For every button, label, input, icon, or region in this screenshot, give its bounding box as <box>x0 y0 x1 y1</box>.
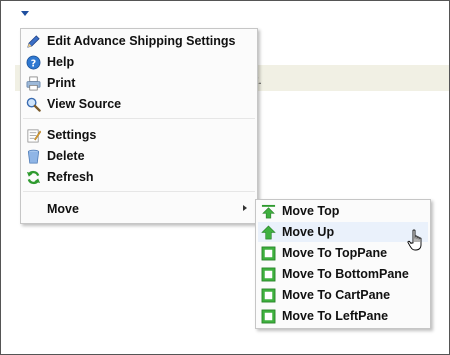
menu-item-settings[interactable]: Settings <box>23 125 255 145</box>
pane-icon <box>261 267 276 282</box>
menu-item-refresh[interactable]: Refresh <box>23 167 255 187</box>
printer-icon <box>26 76 41 91</box>
pencil-icon <box>27 35 40 48</box>
context-menu: Edit Advance Shipping Settings ? Help Pr… <box>20 28 258 224</box>
menu-item-print[interactable]: Print <box>23 73 255 93</box>
settings-icon <box>27 129 41 143</box>
trash-icon <box>27 149 40 164</box>
submenu-item-move-to-toppane[interactable]: Move To TopPane <box>258 243 428 263</box>
pane-icon <box>261 246 276 261</box>
move-up-icon <box>261 225 276 240</box>
help-icon: ? <box>26 55 41 70</box>
move-submenu: Move Top Move Up Move To TopPane Move To… <box>255 199 431 329</box>
submenu-item-label: Move To CartPane <box>282 288 391 302</box>
menu-item-label: Edit Advance Shipping Settings <box>47 34 236 48</box>
menu-item-label: Move <box>47 202 79 216</box>
submenu-item-label: Move To TopPane <box>282 246 388 260</box>
submenu-item-move-to-leftpane[interactable]: Move To LeftPane <box>258 306 428 326</box>
submenu-item-label: Move To LeftPane <box>282 309 389 323</box>
submenu-item-move-top[interactable]: Move Top <box>258 201 428 221</box>
submenu-item-move-up[interactable]: Move Up <box>258 222 428 242</box>
screen-frame: t. Edit Advance Shipping Settings ? Help… <box>0 0 450 355</box>
menu-item-view-source[interactable]: View Source <box>23 94 255 114</box>
refresh-icon <box>26 170 41 185</box>
move-top-icon <box>261 204 276 219</box>
svg-text:?: ? <box>31 58 36 69</box>
menu-item-edit-advance-shipping-settings[interactable]: Edit Advance Shipping Settings <box>23 31 255 51</box>
submenu-item-label: Move To BottomPane <box>282 267 409 281</box>
pane-icon <box>261 309 276 324</box>
menu-item-move[interactable]: Move <box>23 199 255 219</box>
pane-icon <box>261 288 276 303</box>
menu-item-help[interactable]: ? Help <box>23 52 255 72</box>
hand-cursor-icon <box>407 229 422 251</box>
submenu-item-move-to-bottompane[interactable]: Move To BottomPane <box>258 264 428 284</box>
menu-separator <box>23 191 255 192</box>
magnifier-icon <box>26 97 41 112</box>
menu-separator <box>23 118 255 119</box>
menu-item-delete[interactable]: Delete <box>23 146 255 166</box>
module-actions-dropdown-icon[interactable] <box>21 11 29 16</box>
submenu-arrow-icon <box>243 205 247 211</box>
submenu-item-move-to-cartpane[interactable]: Move To CartPane <box>258 285 428 305</box>
